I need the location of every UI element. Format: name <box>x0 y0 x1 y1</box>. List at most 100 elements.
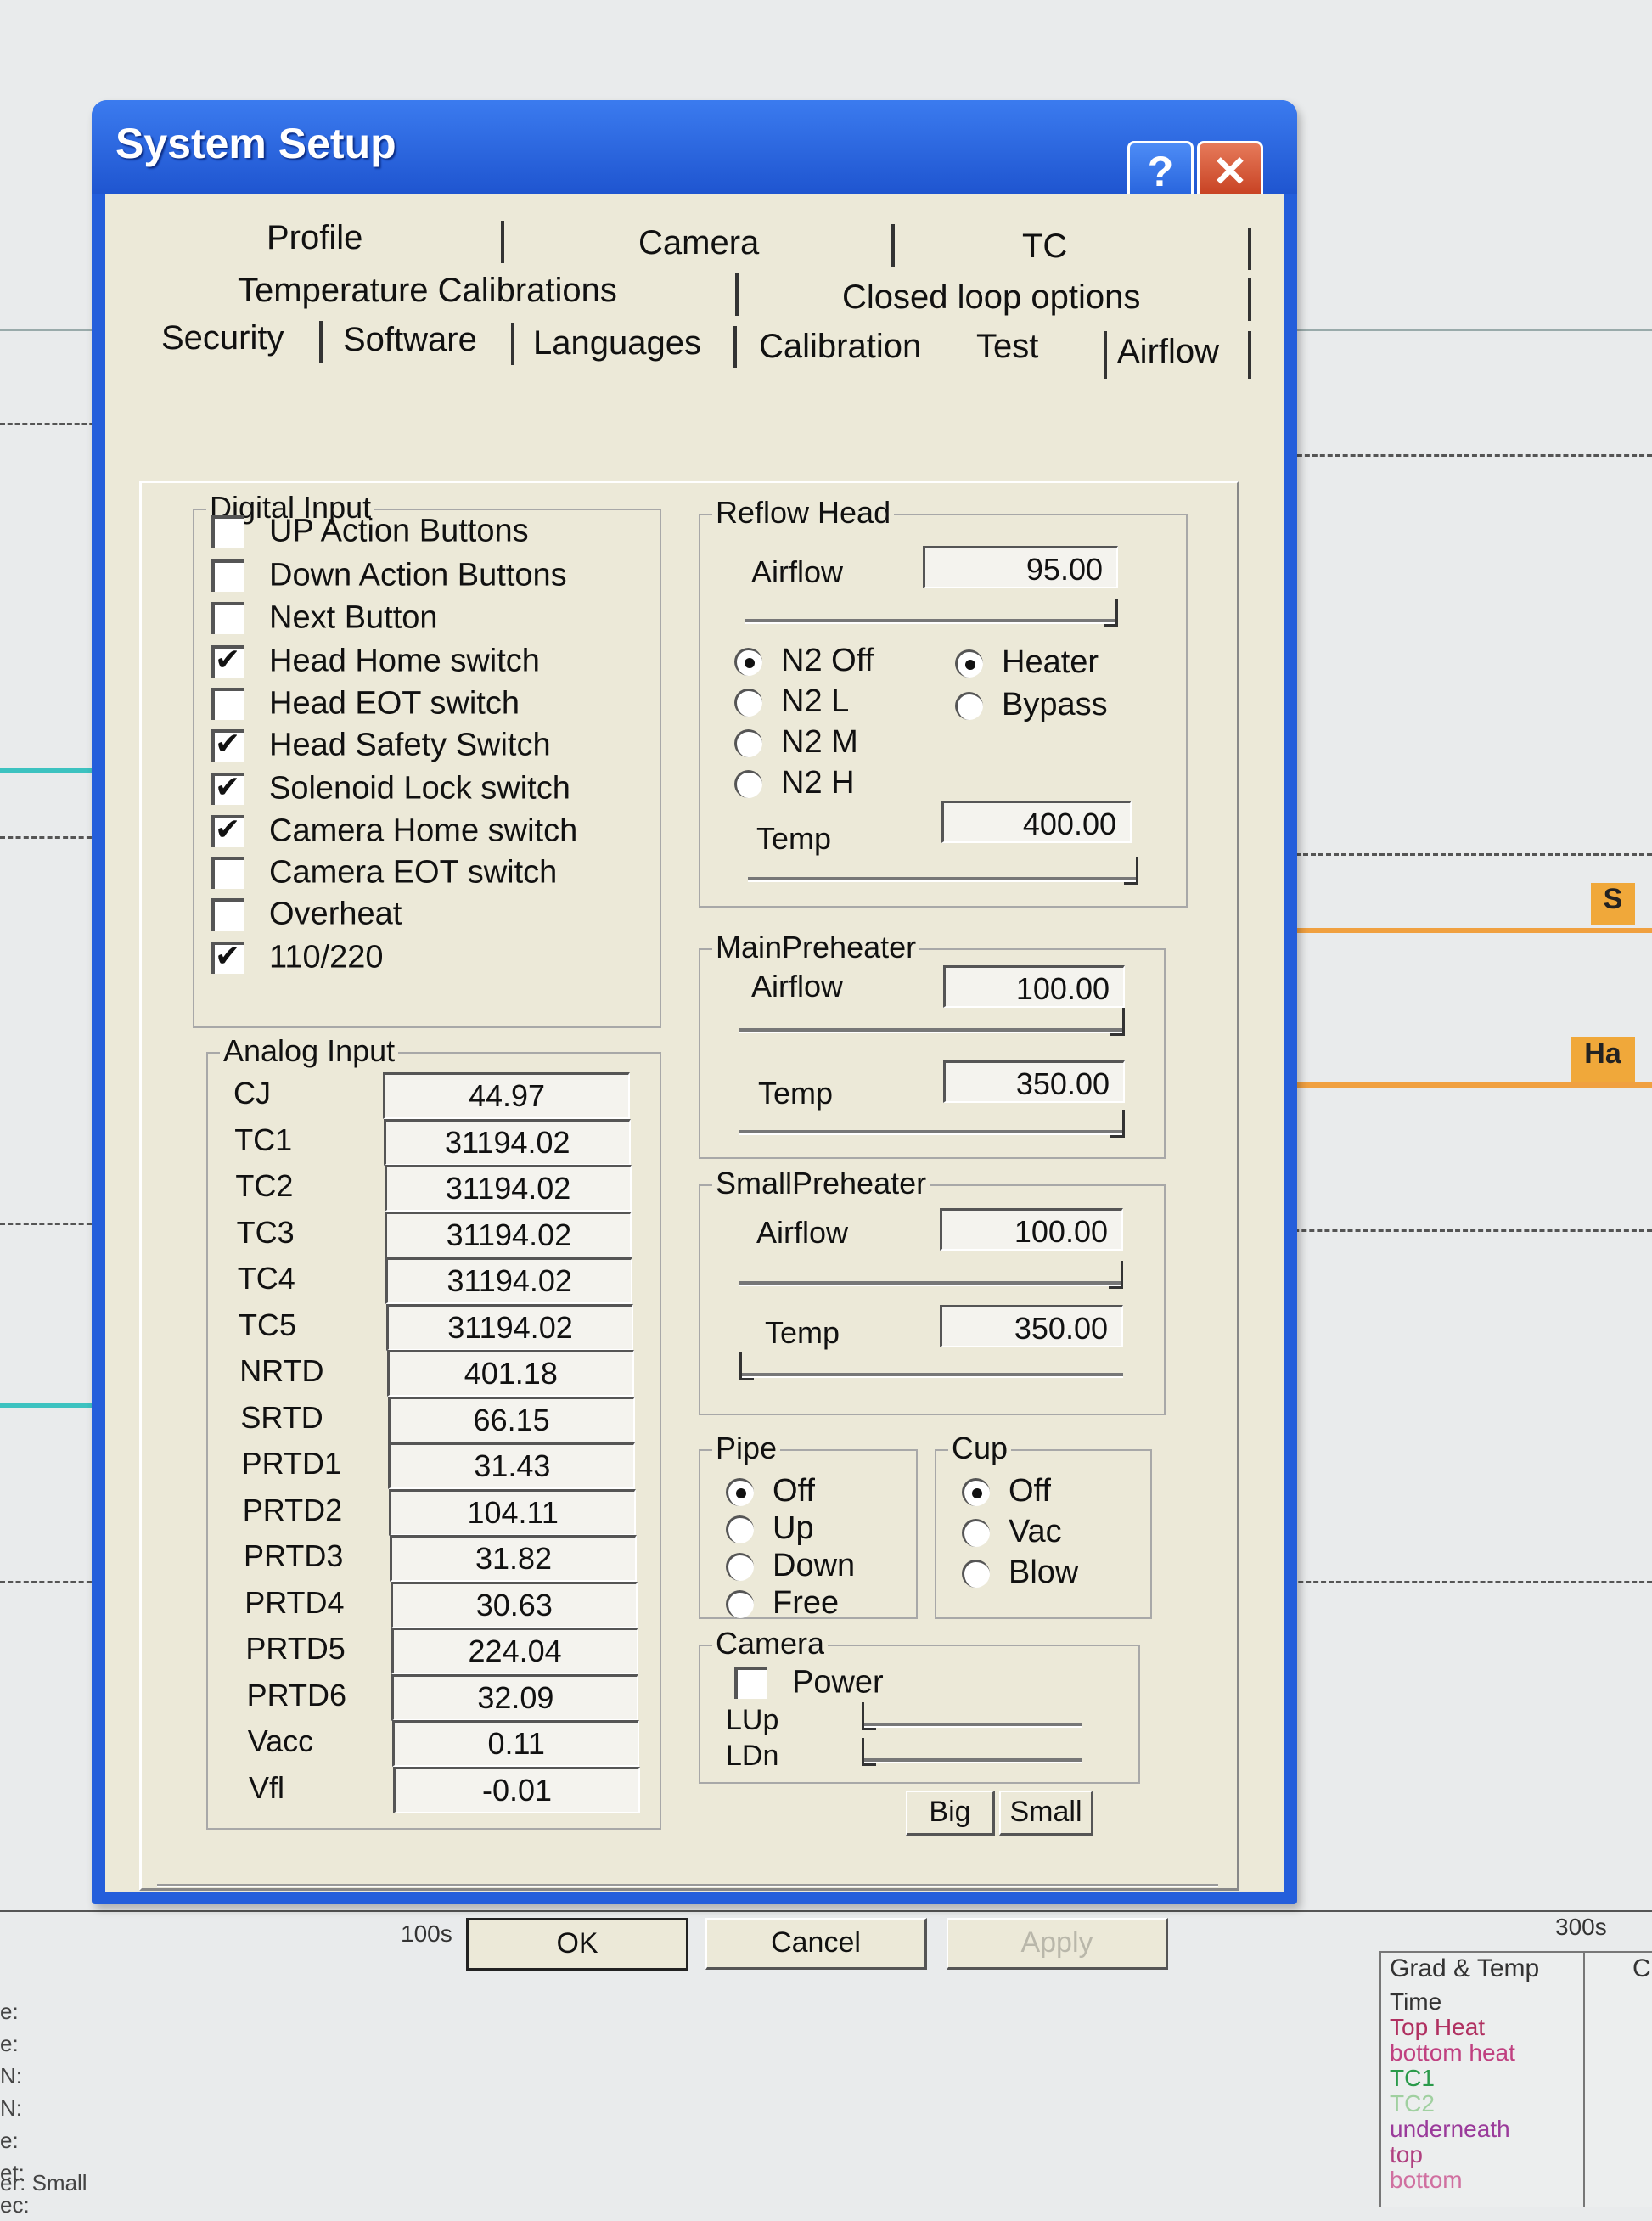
radio-option[interactable]: N2 Off <box>734 643 874 679</box>
side-label: N: <box>0 2095 22 2121</box>
slider-thumb[interactable] <box>1110 1110 1125 1138</box>
apply-button[interactable]: Apply <box>947 1918 1168 1970</box>
checkbox-box[interactable] <box>211 601 244 634</box>
tab-closed-loop-options[interactable]: Closed loop options <box>842 278 1140 317</box>
legend-divider <box>1583 1953 1585 2207</box>
radio-option[interactable]: Off <box>962 1473 1051 1510</box>
radio-option[interactable]: Bypass <box>955 687 1108 723</box>
checkbox-box[interactable] <box>211 897 244 931</box>
tab-camera[interactable]: Camera <box>638 224 759 262</box>
digital-input-checkbox[interactable]: Down Action Buttons <box>211 556 567 595</box>
radio-button[interactable] <box>726 1590 754 1619</box>
digital-input-checkbox[interactable]: 110/220 <box>211 938 384 977</box>
small-temp-field[interactable]: 350.00 <box>940 1305 1123 1347</box>
radio-option[interactable]: N2 L <box>734 683 849 720</box>
radio-option[interactable]: Vac <box>962 1514 1062 1550</box>
main-temp-slider[interactable] <box>739 1110 1125 1138</box>
checkbox-box[interactable] <box>211 769 244 805</box>
radio-option[interactable]: Up <box>726 1510 814 1547</box>
system-setup-dialog: System Setup ? ✕ Profile Camera TC Tempe… <box>92 100 1297 1971</box>
radio-button[interactable] <box>962 1519 990 1548</box>
reflow-airflow-field[interactable]: 95.00 <box>923 546 1118 588</box>
radio-option[interactable]: Heater <box>955 644 1099 681</box>
radio-option[interactable]: Free <box>726 1585 839 1622</box>
tab-calibration[interactable]: Calibration <box>759 328 921 366</box>
digital-input-checkbox[interactable]: Camera Home switch <box>211 812 577 851</box>
cancel-button[interactable]: Cancel <box>705 1918 927 1970</box>
tab-tc[interactable]: TC <box>1022 228 1067 266</box>
radio-button[interactable] <box>734 770 762 799</box>
tab-panel: Digital Input UP Action Buttons Down Acti… <box>139 481 1239 1971</box>
small-temp-slider[interactable] <box>739 1352 1123 1380</box>
radio-button[interactable] <box>726 1478 754 1507</box>
checkbox-box[interactable] <box>211 812 244 847</box>
slider-thumb[interactable] <box>1110 1008 1125 1036</box>
digital-input-checkbox[interactable]: Overheat <box>211 895 402 934</box>
slider-thumb[interactable] <box>862 1738 876 1766</box>
tab-software[interactable]: Software <box>343 321 477 359</box>
radio-button[interactable] <box>726 1553 754 1582</box>
checkbox-box[interactable] <box>211 938 244 974</box>
digital-input-checkbox[interactable]: Next Button <box>211 599 438 638</box>
ok-button[interactable]: OK <box>466 1918 688 1971</box>
radio-button[interactable] <box>734 729 762 758</box>
reflow-airflow-slider[interactable] <box>745 599 1118 627</box>
slider-thumb[interactable] <box>1104 599 1118 627</box>
radio-button[interactable] <box>726 1515 754 1544</box>
slider-thumb[interactable] <box>862 1702 876 1730</box>
tab-temperature-calibrations[interactable]: Temperature Calibrations <box>238 272 617 310</box>
reflow-temp-slider[interactable] <box>748 857 1138 885</box>
slider-thumb[interactable] <box>1109 1261 1123 1289</box>
checkbox-box[interactable] <box>211 726 244 762</box>
digital-input-checkbox[interactable]: Head Safety Switch <box>211 726 551 765</box>
ldn-slider[interactable] <box>862 1738 1082 1766</box>
radio-button[interactable] <box>734 689 762 717</box>
checkbox-box[interactable] <box>211 856 244 889</box>
checkbox-box[interactable] <box>734 1666 767 1699</box>
camera-power-checkbox[interactable]: Power <box>734 1663 884 1702</box>
radio-option[interactable]: Blow <box>962 1555 1078 1591</box>
analog-value-field: 31194.02 <box>386 1303 633 1351</box>
checkbox-box[interactable] <box>211 687 244 720</box>
analog-label: SRTD <box>240 1399 323 1435</box>
radio-button[interactable] <box>955 649 983 678</box>
radio-button[interactable] <box>962 1560 990 1588</box>
tab-airflow[interactable]: Airflow <box>1117 333 1219 371</box>
slider-thumb[interactable] <box>1124 857 1138 885</box>
radio-option[interactable]: Down <box>726 1548 855 1584</box>
main-temp-field[interactable]: 350.00 <box>943 1060 1125 1103</box>
radio-button[interactable] <box>955 692 983 721</box>
tab-profile[interactable]: Profile <box>267 219 362 257</box>
camera-big-button[interactable]: Big <box>906 1791 995 1836</box>
digital-input-checkbox[interactable]: Camera EOT switch <box>211 853 557 892</box>
tab-security[interactable]: Security <box>161 319 284 357</box>
radio-option[interactable]: N2 H <box>734 765 855 801</box>
title-bar[interactable]: System Setup ? ✕ <box>92 100 1297 204</box>
checkbox-label: Camera Home switch <box>269 812 578 849</box>
radio-button[interactable] <box>962 1478 990 1507</box>
tab-separator <box>1248 331 1251 379</box>
tab-languages[interactable]: Languages <box>533 324 701 363</box>
lup-slider[interactable] <box>862 1702 1082 1730</box>
checkbox-box[interactable] <box>211 514 244 548</box>
radio-button[interactable] <box>734 648 762 677</box>
camera-small-button[interactable]: Small <box>999 1791 1093 1836</box>
main-airflow-field[interactable]: 100.00 <box>943 965 1125 1008</box>
radio-option[interactable]: N2 M <box>734 724 858 761</box>
radio-label: N2 H <box>781 765 855 801</box>
tab-test[interactable]: Test <box>976 328 1038 366</box>
digital-input-checkbox[interactable]: Solenoid Lock switch <box>211 769 570 808</box>
checkbox-box[interactable] <box>211 559 244 592</box>
small-airflow-slider[interactable] <box>739 1261 1123 1289</box>
axis-tick-label: 300s <box>1555 1914 1607 1940</box>
digital-input-checkbox[interactable]: Head EOT switch <box>211 684 520 723</box>
analog-value-field: 224.04 <box>391 1628 638 1674</box>
small-airflow-field[interactable]: 100.00 <box>940 1208 1123 1251</box>
slider-thumb[interactable] <box>739 1352 754 1380</box>
reflow-temp-field[interactable]: 400.00 <box>941 801 1132 843</box>
main-airflow-slider[interactable] <box>739 1008 1125 1036</box>
checkbox-box[interactable] <box>211 642 244 678</box>
digital-input-checkbox[interactable]: Head Home switch <box>211 642 540 681</box>
radio-option[interactable]: Off <box>726 1473 815 1510</box>
digital-input-checkbox[interactable]: UP Action Buttons <box>211 512 529 551</box>
